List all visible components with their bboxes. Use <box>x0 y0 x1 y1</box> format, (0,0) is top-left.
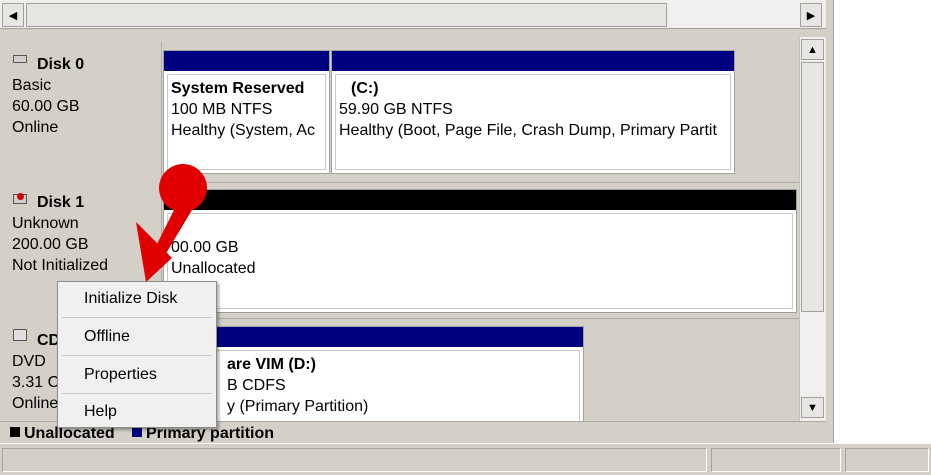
partition-d-drive[interactable]: are VIM (D:) B CDFS y (Primary Partition… <box>163 326 584 421</box>
partition-size-fs: 59.90 GB NTFS <box>339 101 453 118</box>
disk-1-status: Not Initialized <box>12 257 109 274</box>
menu-item-offline[interactable]: Offline <box>62 321 212 353</box>
cdrom-type: DVD <box>12 353 46 370</box>
partition-status: Healthy (Boot, Page File, Crash Dump, Pr… <box>339 122 717 139</box>
primary-partition-bar <box>164 327 583 347</box>
context-menu: Initialize Disk Offline Properties Help <box>57 281 217 428</box>
menu-item-properties[interactable]: Properties <box>62 359 212 391</box>
unallocated-bar <box>164 190 796 210</box>
annotation-arrow-icon <box>136 164 207 282</box>
partition-status: Healthy (System, Ac <box>171 122 316 139</box>
partition-name: (C:) <box>351 80 379 97</box>
partition-name: are VIM (D:) <box>227 356 316 373</box>
disk-0-name: Disk 0 <box>37 56 85 73</box>
partition-name: System Reserved <box>171 80 305 97</box>
disk-1-size: 200.00 GB <box>12 236 89 253</box>
menu-separator <box>62 393 212 394</box>
disk-1-type: Unknown <box>12 215 79 232</box>
cdrom-status: Online <box>12 395 59 412</box>
status-bar-pane <box>845 448 929 472</box>
scroll-right-button[interactable]: ▶ <box>800 3 822 27</box>
scroll-down-button[interactable]: ▼ <box>801 397 824 418</box>
menu-separator <box>62 317 212 318</box>
partition-system-reserved[interactable]: System Reserved 100 MB NTFS Healthy (Sys… <box>163 50 330 174</box>
menu-separator <box>62 355 212 356</box>
menu-item-help[interactable]: Help <box>62 396 212 428</box>
vertical-scrollbar-thumb[interactable] <box>801 62 824 312</box>
partition-unallocated[interactable]: 00.00 GB Unallocated <box>163 189 797 313</box>
status-bar-pane <box>2 448 707 472</box>
legend-swatch-unallocated <box>10 427 20 437</box>
partition-status: y (Primary Partition) <box>227 398 369 415</box>
partition-size-fs: B CDFS <box>227 377 286 394</box>
partition-size-fs: 100 MB NTFS <box>171 101 273 118</box>
primary-partition-bar <box>164 51 329 71</box>
disk-0-type: Basic <box>12 77 52 94</box>
legend-swatch-primary <box>132 427 142 437</box>
partition-c-drive[interactable]: (C:) 59.90 GB NTFS Healthy (Boot, Page F… <box>331 50 735 174</box>
scroll-up-button[interactable]: ▲ <box>801 39 824 60</box>
partition-inner-frame <box>167 213 793 309</box>
disk-0-size: 60.00 GB <box>12 98 80 115</box>
top-scrollbar-thumb[interactable] <box>26 3 667 27</box>
primary-partition-bar <box>332 51 734 71</box>
disk-error-badge <box>17 193 24 200</box>
scroll-left-button[interactable]: ◀ <box>2 3 24 27</box>
right-pane-divider <box>833 0 834 443</box>
cdrom-size: 3.31 C <box>12 374 60 391</box>
disk-icon <box>13 55 27 63</box>
annotation-arrow-shape <box>136 164 207 282</box>
cdrom-icon <box>13 329 27 341</box>
status-bar-pane <box>711 448 841 472</box>
disk-0-status: Online <box>12 119 59 136</box>
disk-1-name: Disk 1 <box>37 194 85 211</box>
